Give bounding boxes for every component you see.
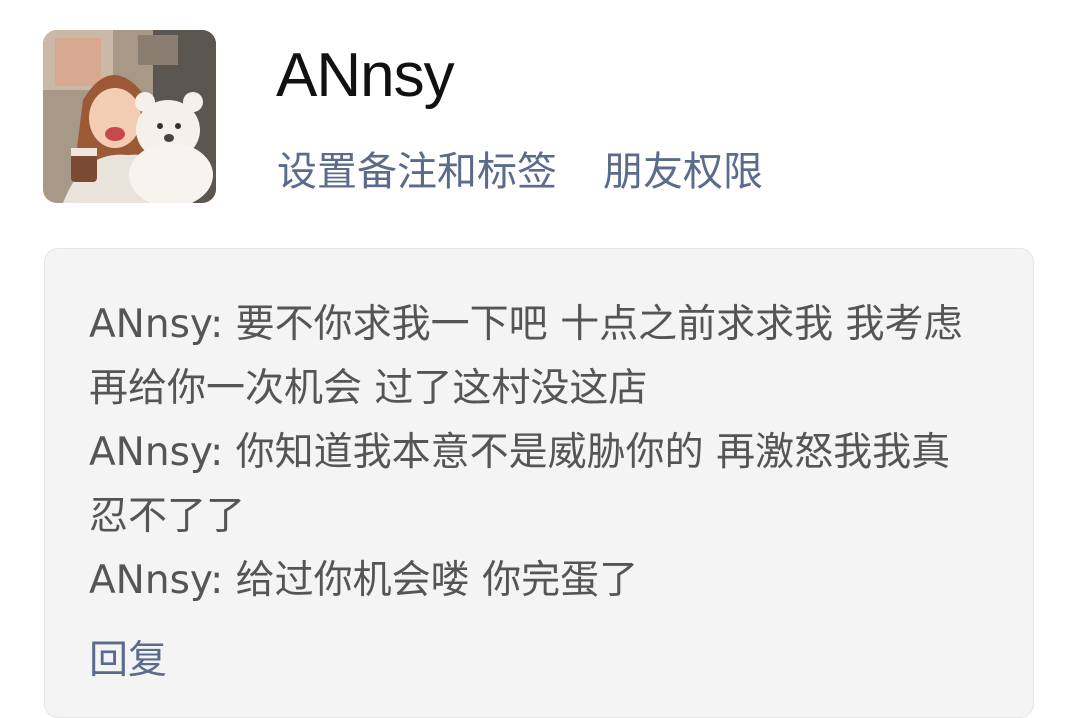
profile-links: 设置备注和标签 朋友权限: [277, 146, 763, 198]
friend-permissions-link[interactable]: 朋友权限: [603, 146, 763, 198]
avatar[interactable]: [43, 30, 216, 203]
message-item: ANnsy: 要不你求我一下吧 十点之前求求我 我考虑再给你一次机会 过了这村没…: [89, 302, 963, 411]
friend-request-message-card: ANnsy: 要不你求我一下吧 十点之前求求我 我考虑再给你一次机会 过了这村没…: [44, 248, 1034, 718]
message-item: ANnsy: 给过你机会喽 你完蛋了: [89, 558, 639, 603]
set-remark-and-tag-link[interactable]: 设置备注和标签: [277, 146, 557, 198]
nickname: ANnsy: [276, 41, 455, 110]
reply-button[interactable]: 回复: [89, 635, 167, 687]
profile-header: ANnsy 设置备注和标签 朋友权限: [0, 0, 1080, 240]
message-list: ANnsy: 要不你求我一下吧 十点之前求求我 我考虑再给你一次机会 过了这村没…: [89, 293, 969, 613]
message-item: ANnsy: 你知道我本意不是威胁你的 再激怒我我真忍不了了: [89, 430, 951, 539]
avatar-photo: [43, 30, 216, 203]
